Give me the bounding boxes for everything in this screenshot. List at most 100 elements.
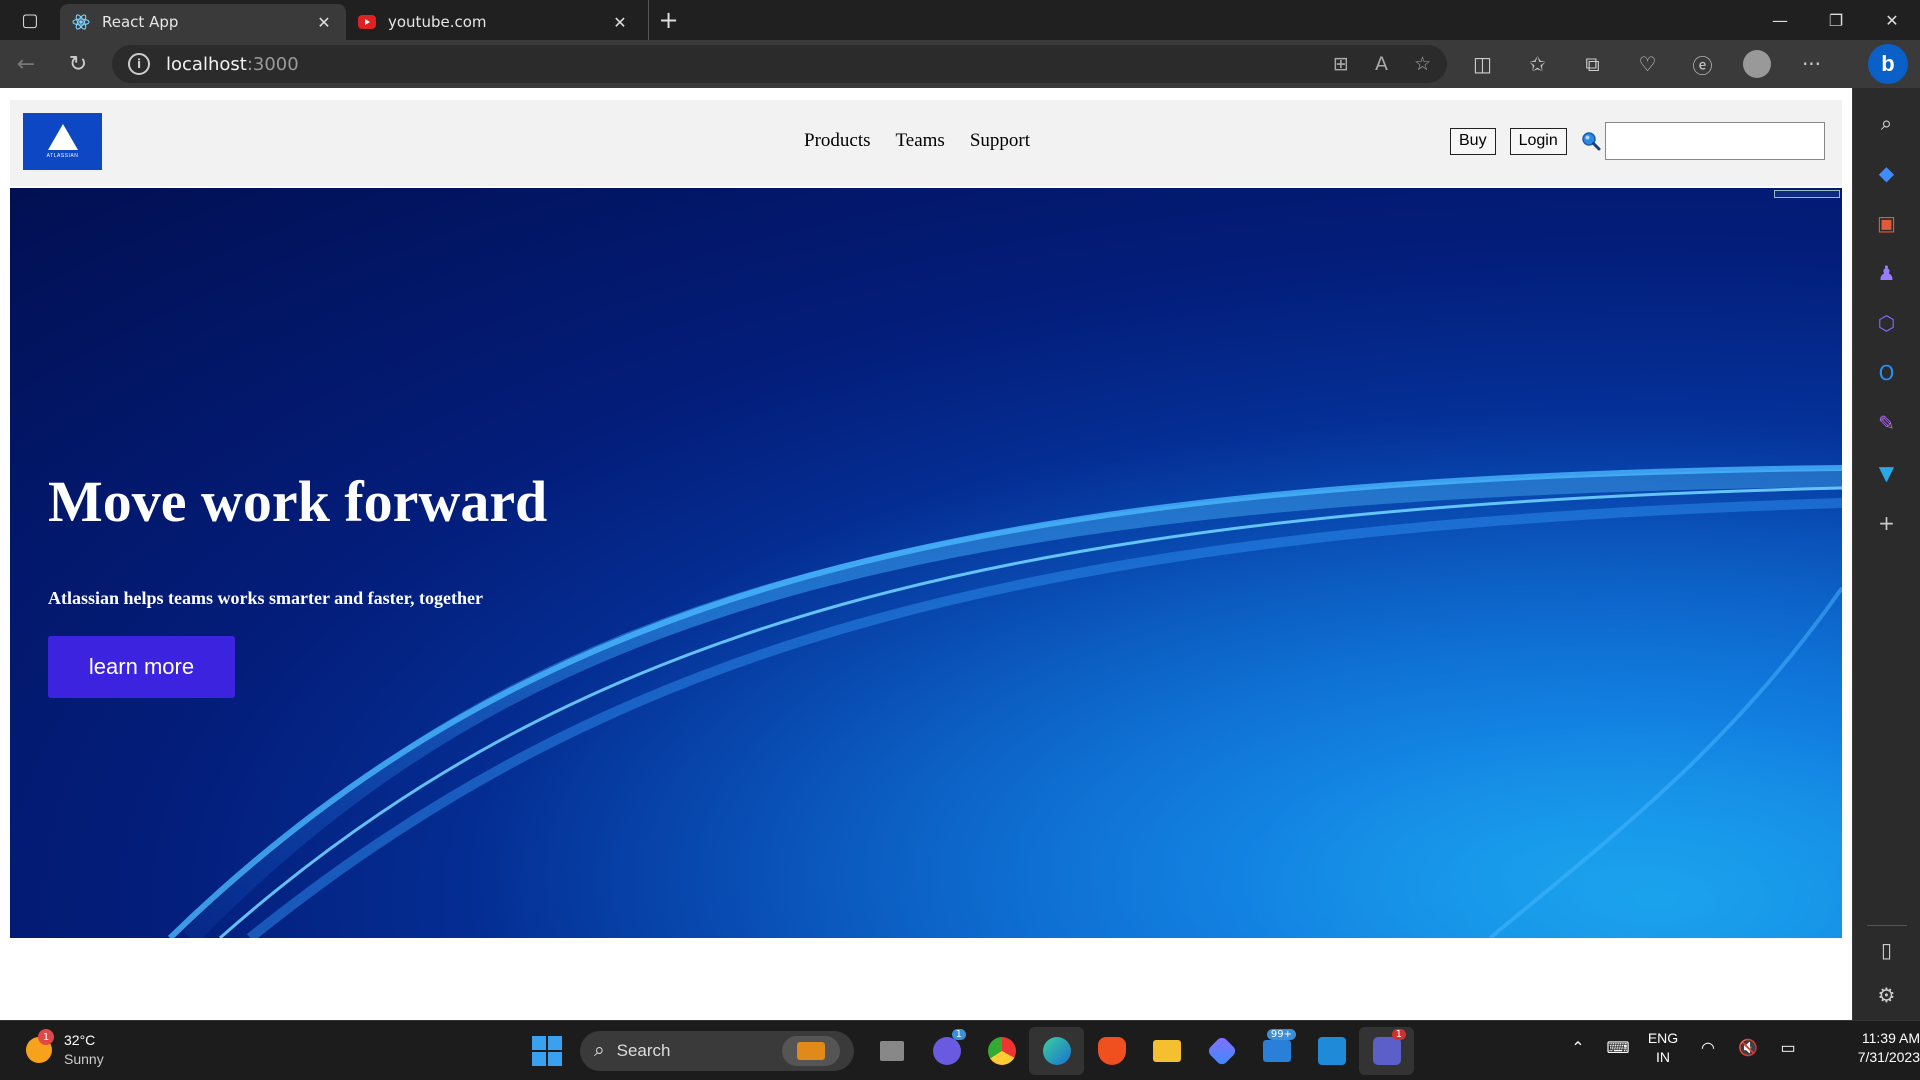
edge-icon[interactable] xyxy=(1029,1027,1084,1075)
settings-gear-icon[interactable]: ⚙ xyxy=(1867,975,1907,1015)
search-icon xyxy=(1581,132,1601,151)
info-icon[interactable]: i xyxy=(128,53,150,75)
address-bar[interactable]: i localhost :3000 ⊞ A ☆ xyxy=(112,45,1447,83)
tab-actions-icon[interactable]: ▢ xyxy=(0,0,60,40)
clock-date: 7/31/2023 xyxy=(1857,1049,1920,1065)
task-view-icon[interactable] xyxy=(864,1027,919,1075)
file-explorer-icon[interactable] xyxy=(1139,1027,1194,1075)
tab-react-app[interactable]: React App ✕ xyxy=(60,4,346,40)
nav-actions: Buy Login xyxy=(1450,122,1825,160)
refresh-icon[interactable]: ↻ xyxy=(52,40,104,88)
taskbar-center: ⌕ Search 1 99+ 1 xyxy=(524,1027,1414,1075)
search-input[interactable] xyxy=(1604,122,1825,160)
toolbar-icons: ◫ ✩ ⧉ ♡ ⓔ ··· xyxy=(1455,49,1839,79)
profile-avatar[interactable] xyxy=(1743,49,1771,78)
logo-text: ATLASSIAN xyxy=(46,153,79,159)
keyboard-icon[interactable]: ⌨ xyxy=(1598,1038,1638,1058)
language-line2: IN xyxy=(1656,1049,1670,1065)
copilot-icon[interactable]: ⬡ xyxy=(1867,303,1907,343)
nav-products[interactable]: Products xyxy=(804,130,871,152)
page-viewport: ATLASSIAN Products Teams Support Buy Log… xyxy=(0,88,1852,1020)
teams-chat-icon[interactable]: 1 xyxy=(919,1027,974,1075)
battery-icon[interactable]: ▭ xyxy=(1768,1038,1808,1058)
teams-icon[interactable]: 1 xyxy=(1359,1027,1414,1075)
weather-condition: Sunny xyxy=(64,1051,104,1067)
edge-drop-icon[interactable]: ⓔ xyxy=(1675,50,1730,79)
youtube-icon xyxy=(358,13,376,31)
browser-toolbar: ← ↻ i localhost :3000 ⊞ A ☆ ◫ ✩ ⧉ ♡ ⓔ ··… xyxy=(0,40,1920,88)
health-icon[interactable]: ♡ xyxy=(1620,50,1675,79)
close-window-icon[interactable]: ✕ xyxy=(1864,0,1920,40)
language-line1: ENG xyxy=(1647,1030,1679,1046)
designer-icon[interactable]: ✎ xyxy=(1867,403,1907,443)
hero-image-badge xyxy=(1774,190,1840,198)
back-icon[interactable]: ← xyxy=(0,40,52,88)
learn-more-button[interactable]: learn more xyxy=(48,636,235,698)
hero-background-waves xyxy=(10,188,1842,938)
vscode-icon[interactable] xyxy=(1304,1027,1359,1075)
chevron-up-icon[interactable]: ⌃ xyxy=(1558,1038,1598,1058)
close-icon[interactable]: ✕ xyxy=(314,13,334,32)
windows-taskbar: 1 32°C Sunny ⌕ Search 1 99+ 1 ⌃ ⌨ ENG IN… xyxy=(0,1020,1920,1080)
minimize-icon[interactable]: — xyxy=(1752,0,1808,40)
brave-icon[interactable] xyxy=(1084,1027,1139,1075)
favorite-star-icon[interactable]: ☆ xyxy=(1414,53,1431,75)
bing-copilot-icon[interactable]: b xyxy=(1868,44,1908,84)
outlook-icon[interactable]: O xyxy=(1867,353,1907,393)
taskbar-apps: 1 99+ 1 xyxy=(864,1027,1414,1075)
window-controls: — ❐ ✕ xyxy=(1752,0,1920,40)
browser-tabstrip: ▢ React App ✕ youtube.com ✕ + — ❐ ✕ xyxy=(0,0,1920,40)
url-port: :3000 xyxy=(246,53,299,75)
nav-links: Products Teams Support xyxy=(804,130,1030,152)
taskbar-search-label: Search xyxy=(616,1041,671,1060)
system-tray: ⌃ ⌨ ENG IN ◠ 🔇 ▭ 11:39 AM 7/31/2023 4 xyxy=(1558,1029,1920,1067)
chrome-icon[interactable] xyxy=(974,1027,1029,1075)
add-icon[interactable]: + xyxy=(1867,503,1907,543)
buy-button[interactable]: Buy xyxy=(1450,127,1496,155)
split-screen-icon[interactable]: ◫ xyxy=(1455,50,1510,79)
login-button[interactable]: Login xyxy=(1509,127,1567,155)
shopping-tag-icon[interactable]: ◆ xyxy=(1867,153,1907,193)
mail-icon[interactable]: 99+ xyxy=(1249,1027,1304,1075)
address-bar-actions: ⊞ A ☆ xyxy=(1333,53,1431,75)
more-options-icon[interactable]: ··· xyxy=(1784,50,1839,79)
language-indicator[interactable]: ENG IN xyxy=(1638,1029,1688,1067)
weather-temp: 32°C xyxy=(64,1032,96,1048)
close-icon[interactable]: ✕ xyxy=(610,13,630,32)
new-tab-button[interactable]: + xyxy=(648,0,688,40)
favorites-icon[interactable]: ✩ xyxy=(1510,50,1565,79)
atlassian-logo[interactable]: ATLASSIAN xyxy=(23,113,102,170)
weather-badge: 1 xyxy=(38,1029,54,1045)
drop-icon[interactable]: ▼ xyxy=(1867,453,1907,493)
sun-icon: 1 xyxy=(26,1029,54,1063)
nav-support[interactable]: Support xyxy=(970,130,1030,152)
nav-teams[interactable]: Teams xyxy=(896,130,945,152)
search-icon: ⌕ xyxy=(594,1040,605,1061)
site-navbar: ATLASSIAN Products Teams Support Buy Log… xyxy=(10,100,1842,186)
wifi-icon[interactable]: ◠ xyxy=(1688,1038,1728,1058)
collections-icon[interactable]: ⧉ xyxy=(1565,50,1620,79)
search-icon[interactable]: ⌕ xyxy=(1867,103,1907,143)
tab-youtube[interactable]: youtube.com ✕ xyxy=(346,4,642,40)
logo-mark-icon xyxy=(47,124,78,150)
weather-widget[interactable]: 1 32°C Sunny xyxy=(26,1029,104,1069)
screen: ▢ React App ✕ youtube.com ✕ + — ❐ ✕ ← ↻ … xyxy=(0,0,1920,1080)
briefcase-icon xyxy=(782,1036,840,1066)
weather-text: 32°C Sunny xyxy=(64,1031,104,1069)
games-icon[interactable]: ♟ xyxy=(1867,253,1907,293)
volume-muted-icon[interactable]: 🔇 xyxy=(1728,1038,1768,1058)
tab-title: React App xyxy=(102,13,179,31)
windows-start-icon[interactable] xyxy=(524,1028,570,1074)
hide-sidebar-icon[interactable]: ▯ xyxy=(1866,925,1907,965)
react-icon xyxy=(72,13,90,31)
clock[interactable]: 11:39 AM 7/31/2023 xyxy=(1824,1029,1920,1067)
edge-sidebar: ⌕ ◆ ▣ ♟ ⬡ O ✎ ▼ + ▯ ⚙ xyxy=(1852,88,1920,1020)
taskbar-search[interactable]: ⌕ Search xyxy=(580,1031,854,1071)
power-automate-icon[interactable] xyxy=(1194,1027,1249,1075)
teams-badge: 1 xyxy=(1391,1029,1406,1040)
url-host: localhost xyxy=(166,53,247,75)
read-aloud-icon[interactable]: A xyxy=(1375,53,1388,75)
tools-icon[interactable]: ▣ xyxy=(1867,203,1907,243)
restore-icon[interactable]: ❐ xyxy=(1808,0,1864,40)
app-available-icon[interactable]: ⊞ xyxy=(1333,53,1349,75)
